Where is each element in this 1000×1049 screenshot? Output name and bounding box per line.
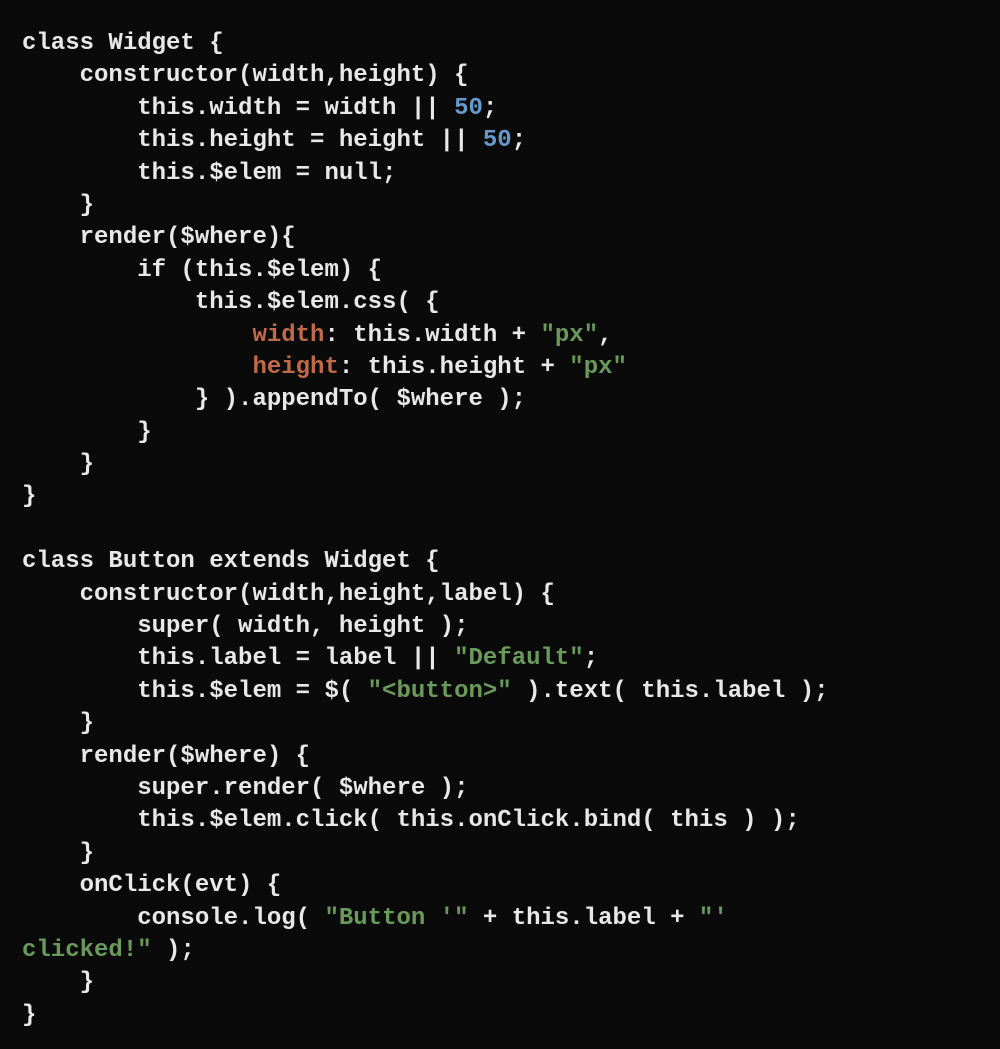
code-token: this.$elem.css( { [22,289,440,316]
code-token: "px" [541,322,599,349]
code-token: "Button '" [324,905,468,932]
code-token: ; [483,95,497,122]
code-token: if (this.$elem) { [22,257,382,284]
code-token: class Button extends Widget { [22,548,440,575]
code-token: : this.height + [339,354,569,381]
code-token: "Default" [454,645,584,672]
code-block: class Widget { constructor(width,height)… [0,0,1000,1049]
code-token: } [22,840,94,867]
code-token: } [22,1002,36,1029]
code-token: 50 [483,127,512,154]
code-token: console.log( [22,905,324,932]
code-token: height [252,354,338,381]
code-token: 50 [454,95,483,122]
code-token: } [22,969,94,996]
code-token: constructor(width,height,label) { [22,581,555,608]
code-token: : this.width + [324,322,540,349]
code-token: } [22,710,94,737]
code-token: this.height = height || [22,127,483,154]
code-token: render($where){ [22,224,296,251]
code-token: this.label = label || [22,645,454,672]
code-token: super.render( $where ); [22,775,468,802]
code-token: } [22,451,94,478]
code-token: clicked!" [22,937,152,964]
code-token: super( width, height ); [22,613,468,640]
code-token: "<button>" [368,678,512,705]
code-token: this.$elem.click( this.onClick.bind( thi… [22,807,800,834]
code-token: "' [699,905,728,932]
code-token: render($where) { [22,743,310,770]
code-token: "px" [569,354,627,381]
code-token [22,354,252,381]
code-token: + this.label + [468,905,698,932]
code-token: constructor(width,height) { [22,62,468,89]
code-token: ; [512,127,526,154]
code-token: , [598,322,612,349]
code-token: this.$elem = null; [22,160,396,187]
code-token: this.width = width || [22,95,454,122]
code-token: ; [584,645,598,672]
code-token: onClick(evt) { [22,872,281,899]
code-token: width [252,322,324,349]
code-token: } [22,192,94,219]
code-token: ); [152,937,195,964]
code-token [22,322,252,349]
code-token: } ).appendTo( $where ); [22,386,526,413]
code-token: class Widget { [22,30,224,57]
code-token: ).text( this.label ); [512,678,829,705]
code-token: } [22,419,152,446]
code-token: } [22,483,36,510]
code-token: this.$elem = $( [22,678,368,705]
